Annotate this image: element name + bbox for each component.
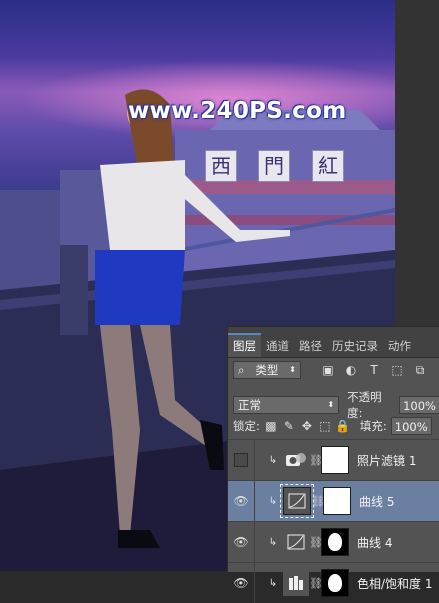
filter-shape-icon[interactable]: ⬚ bbox=[388, 361, 406, 379]
building-band bbox=[175, 180, 395, 194]
blend-mode-select[interactable]: 正常 ⬍ bbox=[233, 396, 340, 414]
curves-icon bbox=[280, 484, 314, 518]
eye-icon: 👁 bbox=[233, 576, 249, 590]
layer-name[interactable]: 色相/饱和度 1 bbox=[357, 575, 433, 592]
layer-mask-thumbnail[interactable] bbox=[321, 446, 349, 474]
hue-saturation-icon bbox=[283, 570, 309, 596]
pillar bbox=[60, 245, 88, 335]
clipping-arrow-icon: ↳ bbox=[268, 536, 278, 548]
blend-mode-value: 正常 bbox=[238, 398, 261, 412]
filter-smart-object-icon[interactable]: ⧉ bbox=[411, 361, 429, 379]
visibility-off-box bbox=[234, 453, 248, 467]
lock-transparency-icon[interactable]: ▩ bbox=[262, 417, 280, 435]
search-icon: ⌕ bbox=[238, 363, 245, 377]
skirt bbox=[95, 250, 185, 325]
chain-link-icon[interactable]: ⛓ bbox=[309, 577, 323, 590]
curves-icon bbox=[283, 529, 309, 555]
layer-row[interactable]: ↳ ⛓ 照片滤镜 1 bbox=[228, 439, 439, 480]
photo-filter-icon bbox=[283, 447, 309, 473]
lock-label: 锁定: bbox=[233, 419, 260, 433]
layer-mask-thumbnail[interactable] bbox=[323, 487, 351, 515]
filter-row: ⌕ 类型 ⬍ ▣ ◐ T ⬚ ⧉ bbox=[228, 361, 439, 379]
filter-pixel-icon[interactable]: ▣ bbox=[319, 361, 337, 379]
layer-name[interactable]: 曲线 4 bbox=[357, 534, 392, 551]
mask-shape bbox=[328, 533, 342, 551]
layer-name[interactable]: 照片滤镜 1 bbox=[357, 452, 416, 469]
visibility-toggle[interactable]: 👁 bbox=[228, 563, 255, 603]
eye-icon: 👁 bbox=[233, 535, 249, 549]
lock-position-icon[interactable]: ✥ bbox=[298, 417, 316, 435]
watermark: www.240PS.com bbox=[128, 98, 347, 124]
fill-label: 填充: bbox=[359, 419, 387, 433]
jacket bbox=[100, 160, 185, 250]
tab-layers[interactable]: 图层 bbox=[228, 333, 261, 357]
visibility-toggle[interactable] bbox=[228, 440, 255, 480]
chain-link-icon[interactable]: ⛓ bbox=[309, 536, 323, 549]
opacity-input[interactable]: 100% bbox=[399, 396, 439, 414]
layers-panel: 图层 通道 路径 历史记录 动作 ⌕ 类型 ⬍ ▣ ◐ T ⬚ ⧉ 正常 ⬍ 不… bbox=[227, 326, 439, 603]
canvas-pasteboard bbox=[395, 0, 439, 326]
layer-row-selected[interactable]: 👁 ↳ ⛓ 曲线 5 bbox=[228, 480, 439, 521]
sign-char-2: 門 bbox=[258, 150, 290, 182]
layer-row[interactable]: 👁 ↳ ⛓ 曲线 4 bbox=[228, 521, 439, 562]
layer-name[interactable]: 曲线 5 bbox=[359, 493, 394, 510]
stepper-icon: ⬍ bbox=[289, 365, 296, 374]
tab-actions[interactable]: 动作 bbox=[383, 335, 416, 357]
visibility-toggle[interactable]: 👁 bbox=[228, 481, 255, 521]
filter-type-select[interactable]: ⌕ 类型 ⬍ bbox=[233, 361, 301, 379]
chain-link-icon[interactable]: ⛓ bbox=[309, 454, 323, 467]
filter-type-label: 类型 bbox=[255, 363, 279, 377]
lock-artboard-icon[interactable]: ⬚ bbox=[316, 417, 334, 435]
filter-adjustment-icon[interactable]: ◐ bbox=[342, 361, 360, 379]
panel-tabs: 图层 通道 路径 历史记录 动作 bbox=[228, 327, 439, 358]
eye-icon: 👁 bbox=[233, 494, 249, 508]
layer-row[interactable]: 👁 ↳ ⛓ 色相/饱和度 1 bbox=[228, 562, 439, 603]
clipping-arrow-icon: ↳ bbox=[268, 577, 278, 589]
tab-history[interactable]: 历史记录 bbox=[327, 335, 383, 357]
filter-type-icon[interactable]: T bbox=[365, 361, 383, 379]
mask-shape bbox=[328, 574, 342, 592]
visibility-toggle[interactable]: 👁 bbox=[228, 522, 255, 562]
layer-mask-thumbnail[interactable] bbox=[321, 528, 349, 556]
sign-char-1: 西 bbox=[205, 150, 237, 182]
tab-paths[interactable]: 路径 bbox=[294, 335, 327, 357]
lock-image-icon[interactable]: ✎ bbox=[280, 417, 298, 435]
sign-char-3: 紅 bbox=[312, 150, 344, 182]
stepper-icon: ⬍ bbox=[327, 400, 335, 409]
lock-row: 锁定: ▩ ✎ ✥ ⬚ 🔒 填充: 100% bbox=[228, 417, 439, 435]
building-left bbox=[0, 190, 60, 290]
tab-channels[interactable]: 通道 bbox=[261, 335, 294, 357]
clipping-arrow-icon: ↳ bbox=[268, 454, 278, 466]
chain-link-icon[interactable]: ⛓ bbox=[311, 495, 325, 508]
clipping-arrow-icon: ↳ bbox=[268, 495, 278, 507]
lock-all-icon[interactable]: 🔒 bbox=[334, 417, 352, 435]
layer-mask-thumbnail[interactable] bbox=[321, 569, 349, 597]
fill-input[interactable]: 100% bbox=[390, 417, 432, 435]
